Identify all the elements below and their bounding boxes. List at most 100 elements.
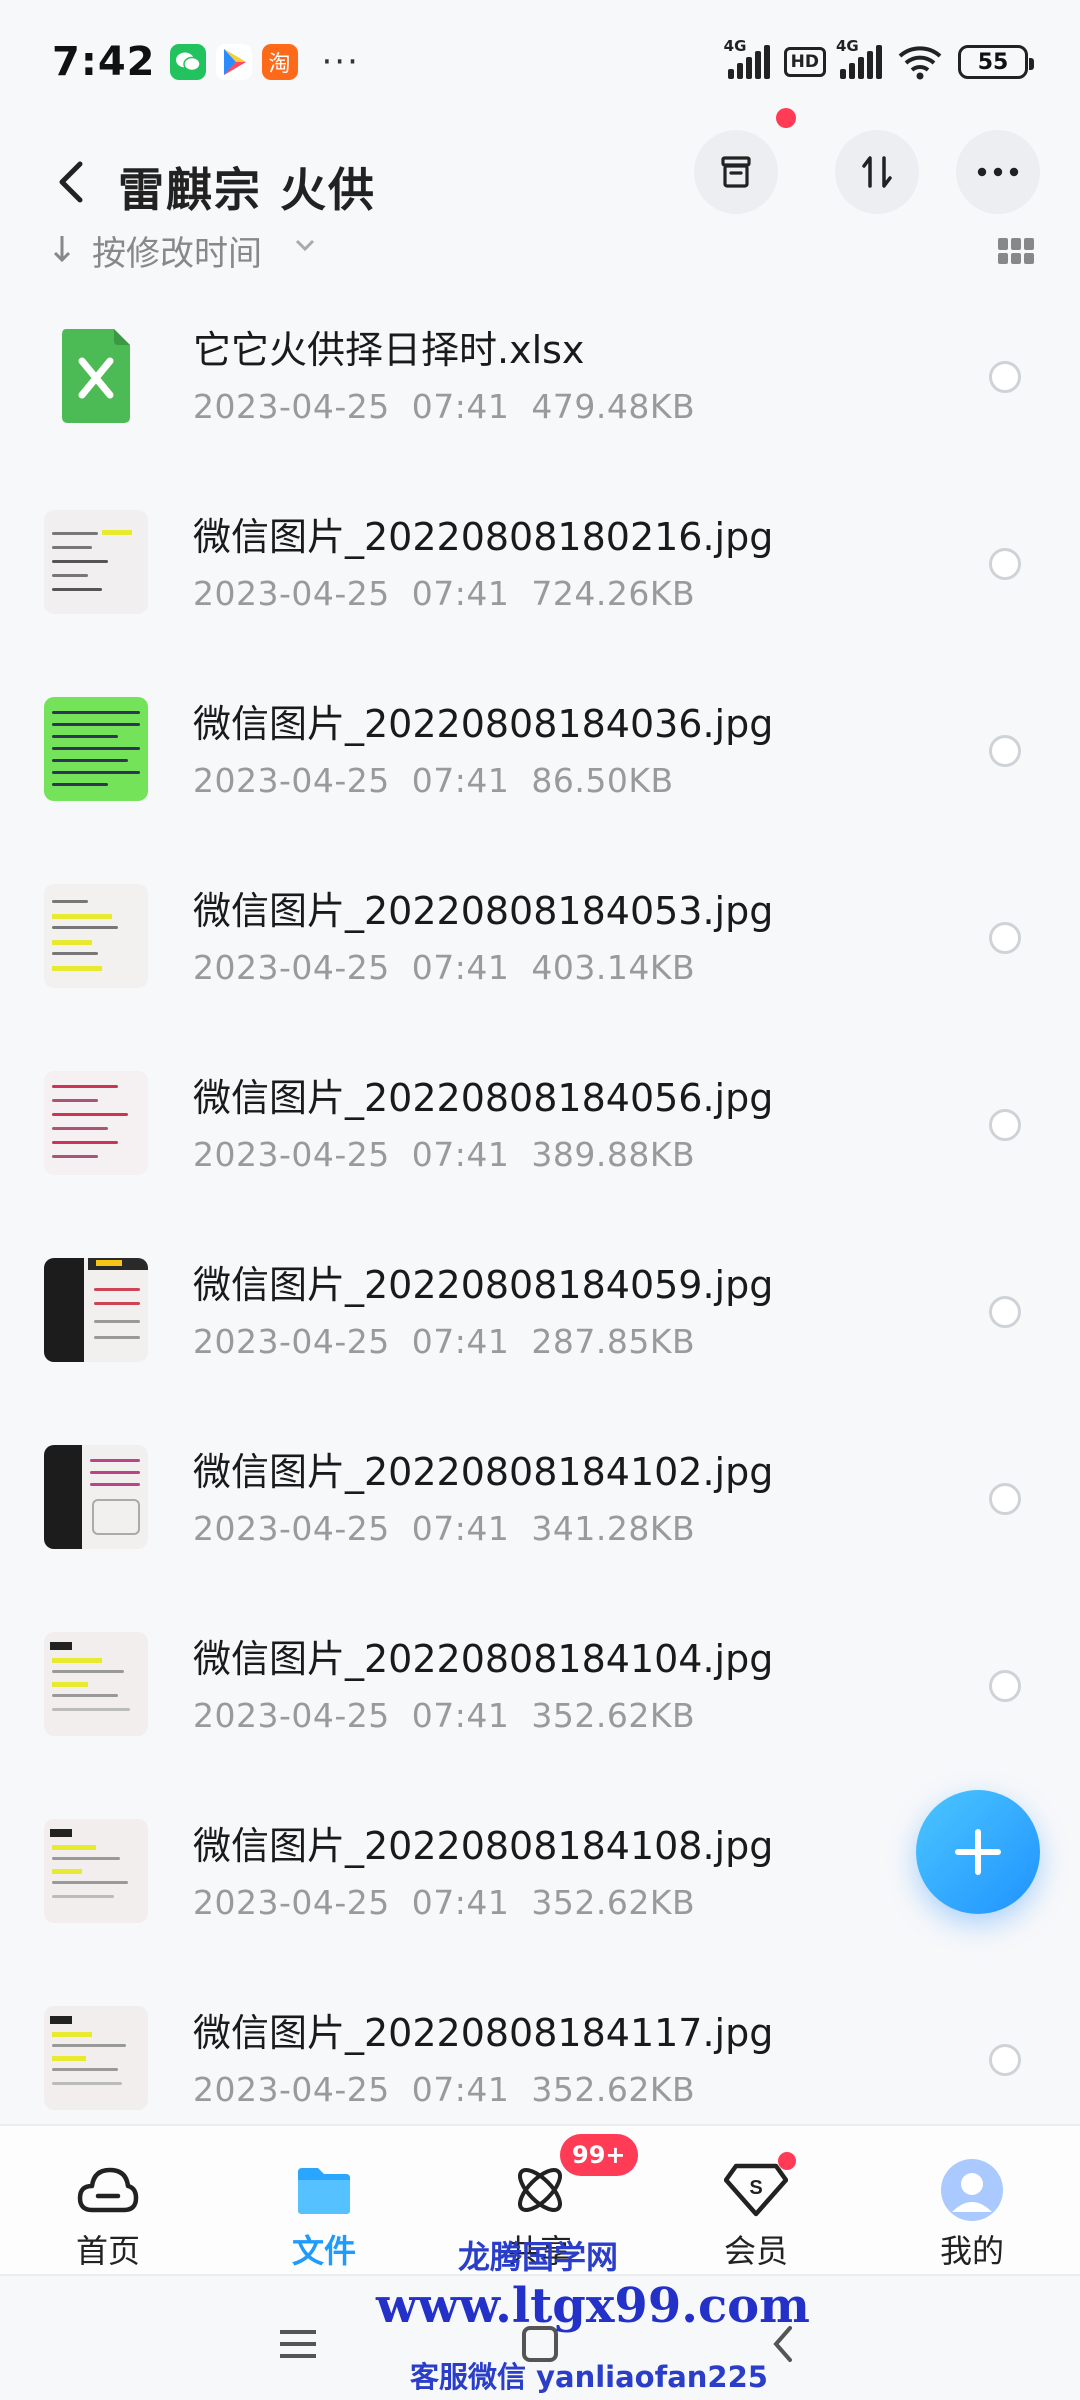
cloud-icon	[77, 2167, 139, 2213]
file-row[interactable]: 微信图片_20220808184059.jpg 2023-04-25 07:41…	[0, 1216, 1080, 1403]
file-time: 07:41	[411, 387, 510, 426]
file-name: 它它火供择日择时.xlsx	[193, 328, 585, 372]
file-size: 341.28KB	[531, 1509, 696, 1548]
folder-icon	[298, 2168, 350, 2214]
tab-files[interactable]: 文件	[216, 2126, 432, 2276]
file-size: 287.85KB	[531, 1322, 696, 1361]
file-date: 2023-04-25	[193, 2070, 390, 2109]
image-thumbnail	[44, 1071, 148, 1175]
file-date: 2023-04-25	[193, 1322, 390, 1361]
file-time: 07:41	[411, 1883, 510, 1922]
menu-icon[interactable]	[268, 2314, 328, 2374]
page-title: 雷麒宗 火供	[118, 163, 377, 217]
grid-view-icon[interactable]	[998, 238, 1034, 264]
sort-label[interactable]: 按修改时间	[92, 232, 262, 272]
image-thumbnail	[44, 697, 148, 801]
wifi-icon	[898, 46, 942, 80]
file-name: 微信图片_20220808184104.jpg	[193, 1637, 774, 1681]
more-options-button[interactable]	[956, 130, 1040, 214]
vip-diamond-icon: S	[724, 2163, 788, 2217]
file-meta: 2023-04-25 07:41 352.62KB	[193, 1696, 695, 1735]
file-row[interactable]: 微信图片_20220808184036.jpg 2023-04-25 07:41…	[0, 655, 1080, 842]
tab-label: 首页	[75, 2232, 140, 2270]
file-name: 微信图片_20220808184108.jpg	[193, 1824, 774, 1868]
add-button[interactable]	[916, 1790, 1040, 1914]
file-meta: 2023-04-25 07:41 352.62KB	[193, 1883, 695, 1922]
tab-label: 我的	[939, 2232, 1004, 2270]
chevron-down-icon[interactable]	[294, 238, 316, 254]
select-radio[interactable]	[989, 1296, 1021, 1328]
file-name: 微信图片_20220808184056.jpg	[193, 1076, 774, 1120]
notification-dot	[776, 108, 796, 128]
image-thumbnail	[44, 1819, 148, 1923]
select-radio[interactable]	[989, 361, 1021, 393]
signal-icon: 4G	[724, 37, 770, 79]
sort-row: 按修改时间	[0, 232, 1080, 272]
file-time: 07:41	[411, 1135, 510, 1174]
file-meta: 2023-04-25 07:41 86.50KB	[193, 761, 674, 800]
file-time: 07:41	[411, 948, 510, 987]
file-time: 07:41	[411, 2070, 510, 2109]
watermark-line1: 龙腾国学网	[458, 2238, 619, 2276]
tab-home[interactable]: 首页	[0, 2126, 216, 2276]
battery-icon: 55	[958, 45, 1034, 79]
tab-label: 会员	[723, 2232, 788, 2270]
tab-vip[interactable]: S 会员	[648, 2126, 864, 2276]
select-radio[interactable]	[989, 922, 1021, 954]
sort-down-arrow-icon[interactable]	[50, 234, 74, 264]
file-size: 403.14KB	[531, 948, 696, 987]
sort-arrows-icon	[862, 156, 892, 188]
select-radio[interactable]	[989, 1109, 1021, 1141]
tab-profile[interactable]: 我的	[864, 2126, 1080, 2276]
file-size: 352.62KB	[531, 2070, 696, 2109]
sort-order-button[interactable]	[835, 130, 919, 214]
svg-text:S: S	[749, 2177, 762, 2199]
archive-icon	[721, 156, 751, 188]
file-row[interactable]: 微信图片_20220808184053.jpg 2023-04-25 07:41…	[0, 842, 1080, 1029]
file-time: 07:41	[411, 761, 510, 800]
file-meta: 2023-04-25 07:41 403.14KB	[193, 948, 695, 987]
file-row[interactable]: 它它火供择日择时.xlsx 2023-04-25 07:41 479.48KB	[0, 281, 1080, 468]
file-date: 2023-04-25	[193, 948, 390, 987]
file-time: 07:41	[411, 574, 510, 613]
file-name: 微信图片_20220808180216.jpg	[193, 515, 774, 559]
archive-button[interactable]	[694, 130, 778, 214]
file-meta: 2023-04-25 07:41 341.28KB	[193, 1509, 695, 1548]
more-dots-icon	[977, 167, 1019, 177]
file-date: 2023-04-25	[193, 1509, 390, 1548]
file-time: 07:41	[411, 1696, 510, 1735]
signal-icon-2: 4G	[836, 37, 882, 79]
file-row[interactable]: 微信图片_20220808184117.jpg 2023-04-25 07:41…	[0, 1964, 1080, 2151]
watermark-line2: www.ltgx99.com	[376, 2278, 810, 2334]
file-row[interactable]: 微信图片_20220808184102.jpg 2023-04-25 07:41…	[0, 1403, 1080, 1590]
back-arrow-icon[interactable]	[50, 152, 98, 212]
select-radio[interactable]	[989, 735, 1021, 767]
status-bar: 7:42 淘 ··· 4G HD 4G 55	[0, 0, 1080, 124]
file-name: 微信图片_20220808184059.jpg	[193, 1263, 774, 1307]
atom-icon	[518, 2168, 562, 2212]
image-thumbnail	[44, 510, 148, 614]
file-date: 2023-04-25	[193, 574, 390, 613]
select-radio[interactable]	[989, 1670, 1021, 1702]
select-radio[interactable]	[989, 548, 1021, 580]
file-row[interactable]: 微信图片_20220808184056.jpg 2023-04-25 07:41…	[0, 1029, 1080, 1216]
wechat-icon	[169, 44, 206, 80]
signal-label-2: 4G	[836, 37, 859, 55]
file-date: 2023-04-25	[193, 1135, 390, 1174]
select-radio[interactable]	[989, 1483, 1021, 1515]
file-row[interactable]: 微信图片_20220808184104.jpg 2023-04-25 07:41…	[0, 1590, 1080, 1777]
file-size: 352.62KB	[531, 1883, 696, 1922]
file-row[interactable]: 微信图片_20220808180216.jpg 2023-04-25 07:41…	[0, 468, 1080, 655]
file-meta: 2023-04-25 07:41 724.26KB	[193, 574, 695, 613]
file-name: 微信图片_20220808184053.jpg	[193, 889, 774, 933]
share-badge: 99+	[560, 2134, 638, 2176]
file-meta: 2023-04-25 07:41 479.48KB	[193, 387, 695, 426]
image-thumbnail	[44, 884, 148, 988]
select-radio[interactable]	[989, 2044, 1021, 2076]
image-thumbnail	[44, 1445, 148, 1549]
file-meta: 2023-04-25 07:41 352.62KB	[193, 2070, 695, 2109]
file-meta: 2023-04-25 07:41 287.85KB	[193, 1322, 695, 1361]
file-name: 微信图片_20220808184117.jpg	[193, 2011, 774, 2055]
hd-icon: HD	[783, 47, 826, 77]
play-store-icon	[215, 44, 252, 80]
